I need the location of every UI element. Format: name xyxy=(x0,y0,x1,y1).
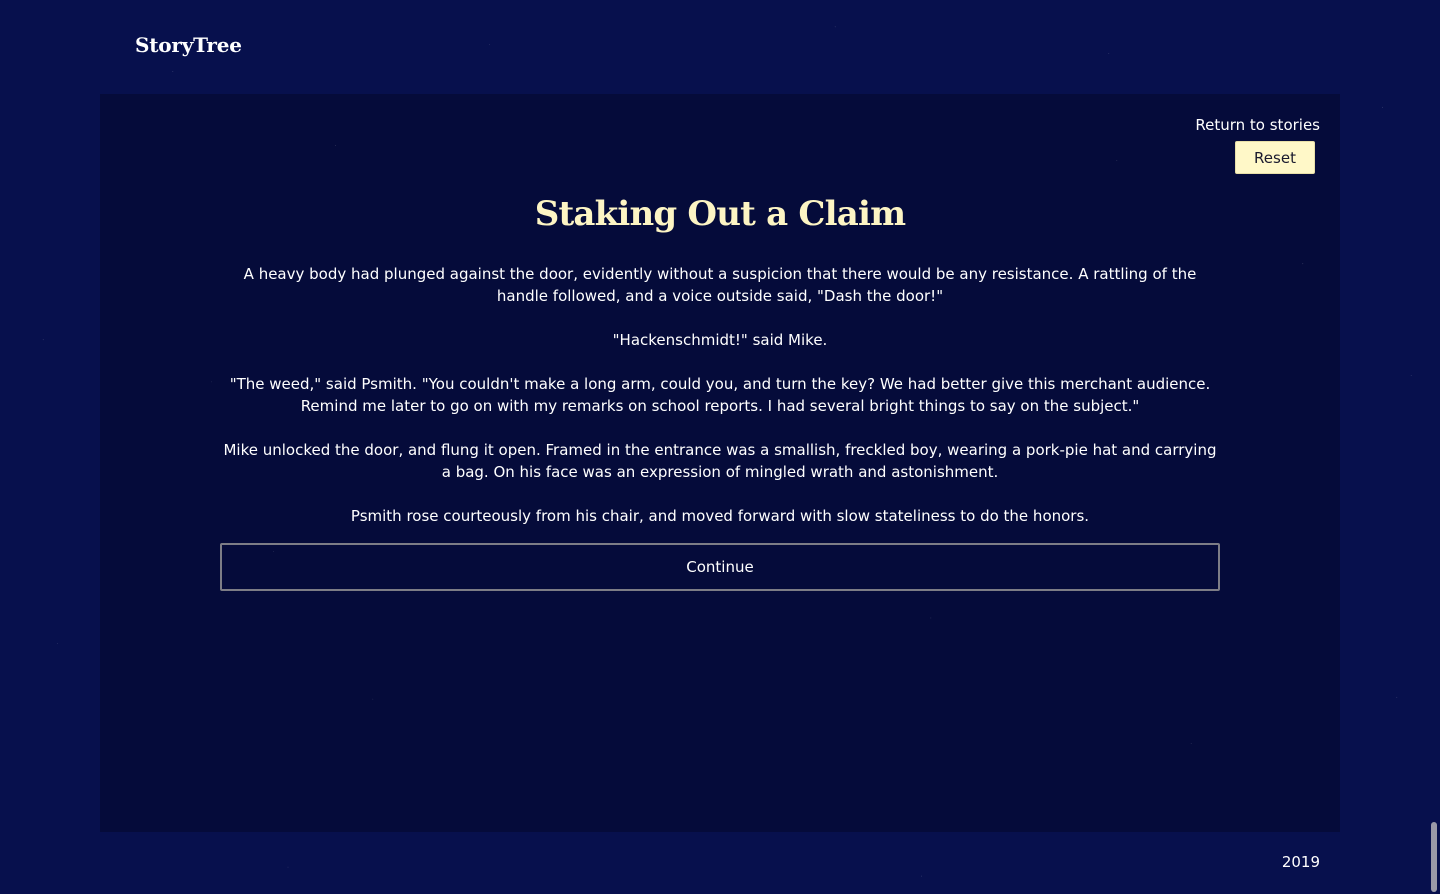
story-body: A heavy body had plunged against the doo… xyxy=(220,263,1220,527)
brand-logo[interactable]: StoryTree xyxy=(135,33,242,57)
story-paragraph: A heavy body had plunged against the doo… xyxy=(243,265,1197,305)
page-scrollbar[interactable] xyxy=(1430,0,1440,894)
story-paragraph: Mike unlocked the door, and flung it ope… xyxy=(223,441,1217,481)
continue-button[interactable]: Continue xyxy=(220,543,1220,591)
story-paragraph: Psmith rose courteously from his chair, … xyxy=(350,507,1090,525)
story-panel: Return to stories Reset Staking Out a Cl… xyxy=(100,94,1340,832)
story-title: Staking Out a Claim xyxy=(534,194,906,234)
scrollbar-thumb[interactable] xyxy=(1431,822,1437,892)
story-paragraph: "Hackenschmidt!" said Mike. xyxy=(612,331,828,349)
return-to-stories-link[interactable]: Return to stories xyxy=(1195,116,1320,134)
footer-year: 2019 xyxy=(1281,853,1320,871)
story-paragraph: "The weed," said Psmith. "You couldn't m… xyxy=(229,375,1211,415)
reset-button[interactable]: Reset xyxy=(1235,141,1315,174)
